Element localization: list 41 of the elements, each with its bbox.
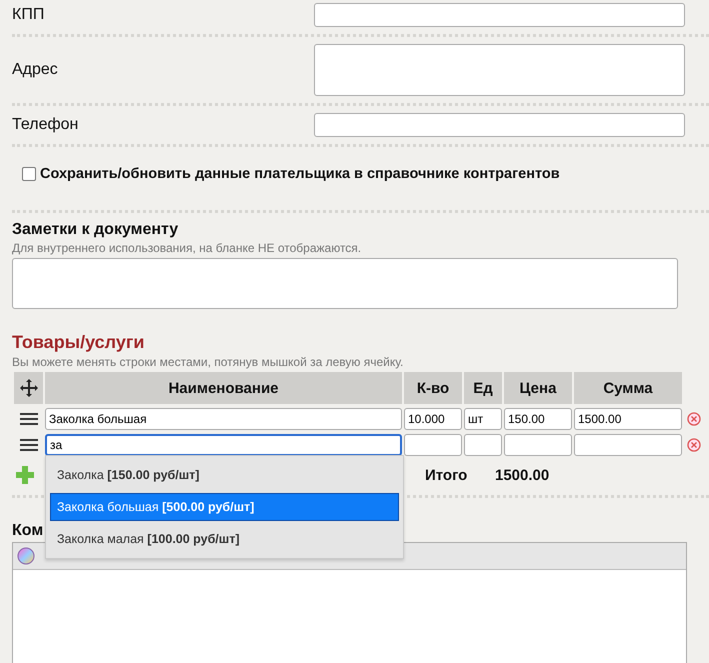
suggestion-item[interactable]: Заколка малая [100.00 руб/шт] xyxy=(50,525,399,553)
name-field[interactable]: за xyxy=(45,434,402,456)
drag-handle-icon[interactable] xyxy=(20,413,38,425)
hint-text: Вы можете менять строки местами, потянув мышкой за левую ячейку. xyxy=(12,355,404,369)
color-wheel-icon[interactable] xyxy=(17,547,35,565)
unit-field[interactable] xyxy=(464,434,502,456)
price-field[interactable] xyxy=(504,434,572,456)
quantity-field[interactable] xyxy=(404,434,462,456)
field-label: КПП xyxy=(12,6,46,24)
total-value: 1500.00 xyxy=(495,466,550,484)
column-header: Наименование xyxy=(45,372,402,404)
price-field[interactable]: 150.00 xyxy=(504,408,572,430)
suggestion-item[interactable]: Заколка [150.00 руб/шт] xyxy=(50,461,399,489)
address-field[interactable] xyxy=(314,44,685,96)
suggestion-item[interactable]: Заколка большая [500.00 руб/шт] xyxy=(50,493,399,521)
column-header: Ед xyxy=(464,372,502,404)
drag-handle-icon[interactable] xyxy=(20,439,38,451)
sum-field[interactable] xyxy=(574,434,682,456)
column-header: К-во xyxy=(404,372,462,404)
section-title: Товары/услуги xyxy=(12,332,144,353)
column-header: Цена xyxy=(504,372,572,404)
hint-text: Для внутреннего использования, на бланке НЕ отображаются. xyxy=(12,241,362,255)
column-header: Сумма xyxy=(574,372,682,404)
name-field[interactable]: Заколка большая xyxy=(45,408,402,430)
checkbox-label: Сохранить/обновить данные плательщика в справочнике контрагентов xyxy=(40,166,560,182)
total-label: Итого xyxy=(425,466,468,484)
delete-icon[interactable] xyxy=(687,412,701,426)
add-icon[interactable] xyxy=(16,466,34,484)
quantity-field[interactable]: 10.000 xyxy=(404,408,462,430)
delete-icon[interactable] xyxy=(687,438,701,452)
field-label: Адрес xyxy=(12,61,59,79)
text-field[interactable] xyxy=(314,113,685,137)
field-label: Телефон xyxy=(12,116,80,134)
text-field[interactable] xyxy=(314,3,685,27)
checkbox[interactable] xyxy=(22,167,36,181)
notes-field[interactable] xyxy=(12,258,678,309)
section-title: Ком xyxy=(12,522,44,540)
move-icon xyxy=(18,378,38,398)
section-title: Заметки к документу xyxy=(12,221,178,239)
sum-field[interactable]: 1500.00 xyxy=(574,408,682,430)
unit-field[interactable]: шт xyxy=(464,408,502,430)
